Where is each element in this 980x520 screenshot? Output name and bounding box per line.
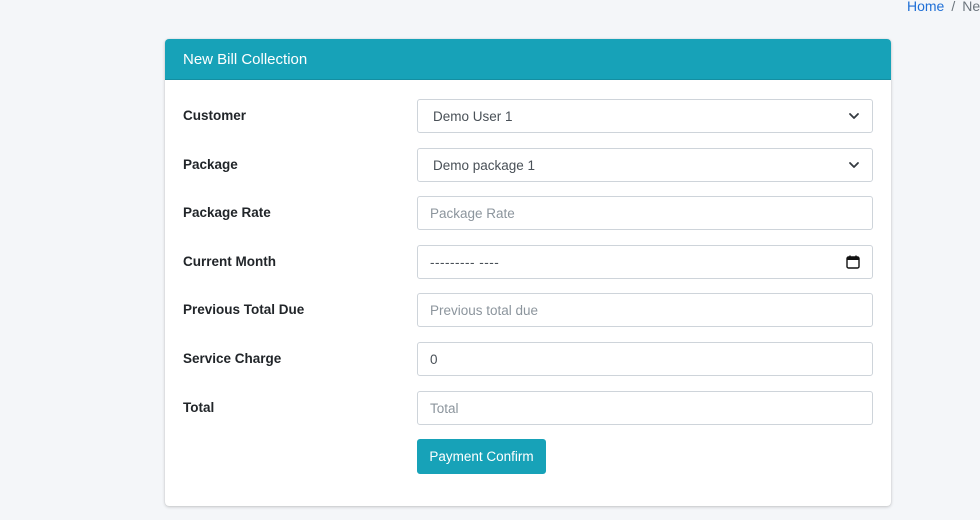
total-row: Total Total	[183, 391, 873, 425]
package-label: Package	[183, 157, 238, 172]
package-rate-label: Package Rate	[183, 205, 271, 220]
customer-row: Customer Demo User 1	[183, 99, 873, 133]
package-rate-placeholder: Package Rate	[430, 205, 515, 221]
package-rate-row: Package Rate Package Rate	[183, 196, 873, 230]
total-label: Total	[183, 400, 215, 415]
breadcrumb-separator: /	[951, 0, 956, 14]
customer-select[interactable]: Demo User 1	[417, 99, 873, 133]
previous-due-label: Previous Total Due	[183, 302, 305, 317]
card-title: New Bill Collection	[183, 50, 308, 68]
service-charge-row: Service Charge 0	[183, 342, 873, 376]
breadcrumb-current: Ne	[962, 0, 980, 14]
current-month-input[interactable]: --------- ----	[417, 245, 873, 279]
card-header: New Bill Collection	[165, 39, 891, 80]
chevron-down-icon	[848, 110, 860, 122]
previous-due-placeholder: Previous total due	[430, 302, 539, 318]
previous-due-row: Previous Total Due Previous total due	[183, 293, 873, 327]
current-month-row: Current Month --------- ----	[183, 245, 873, 279]
package-row: Package Demo package 1	[183, 148, 873, 182]
total-placeholder: Total	[430, 400, 459, 416]
service-charge-label: Service Charge	[183, 351, 282, 366]
customer-select-value: Demo User 1	[433, 108, 513, 124]
current-month-value: --------- ----	[430, 254, 500, 270]
service-charge-value: 0	[430, 351, 438, 367]
previous-due-input[interactable]: Previous total due	[417, 293, 873, 327]
customer-label: Customer	[183, 108, 247, 123]
chevron-down-icon	[848, 159, 860, 171]
current-month-label: Current Month	[183, 254, 276, 269]
bill-collection-card: New Bill Collection Customer Demo User 1…	[165, 39, 891, 506]
package-select-value: Demo package 1	[433, 157, 536, 173]
payment-confirm-button[interactable]: Payment Confirm	[417, 439, 546, 474]
package-select[interactable]: Demo package 1	[417, 148, 873, 182]
package-rate-input[interactable]: Package Rate	[417, 196, 873, 230]
total-input[interactable]: Total	[417, 391, 873, 425]
breadcrumb-home-link[interactable]: Home	[907, 0, 944, 14]
service-charge-input[interactable]: 0	[417, 342, 873, 376]
breadcrumb: Home / Ne	[907, 0, 980, 14]
calendar-icon[interactable]	[846, 255, 860, 269]
